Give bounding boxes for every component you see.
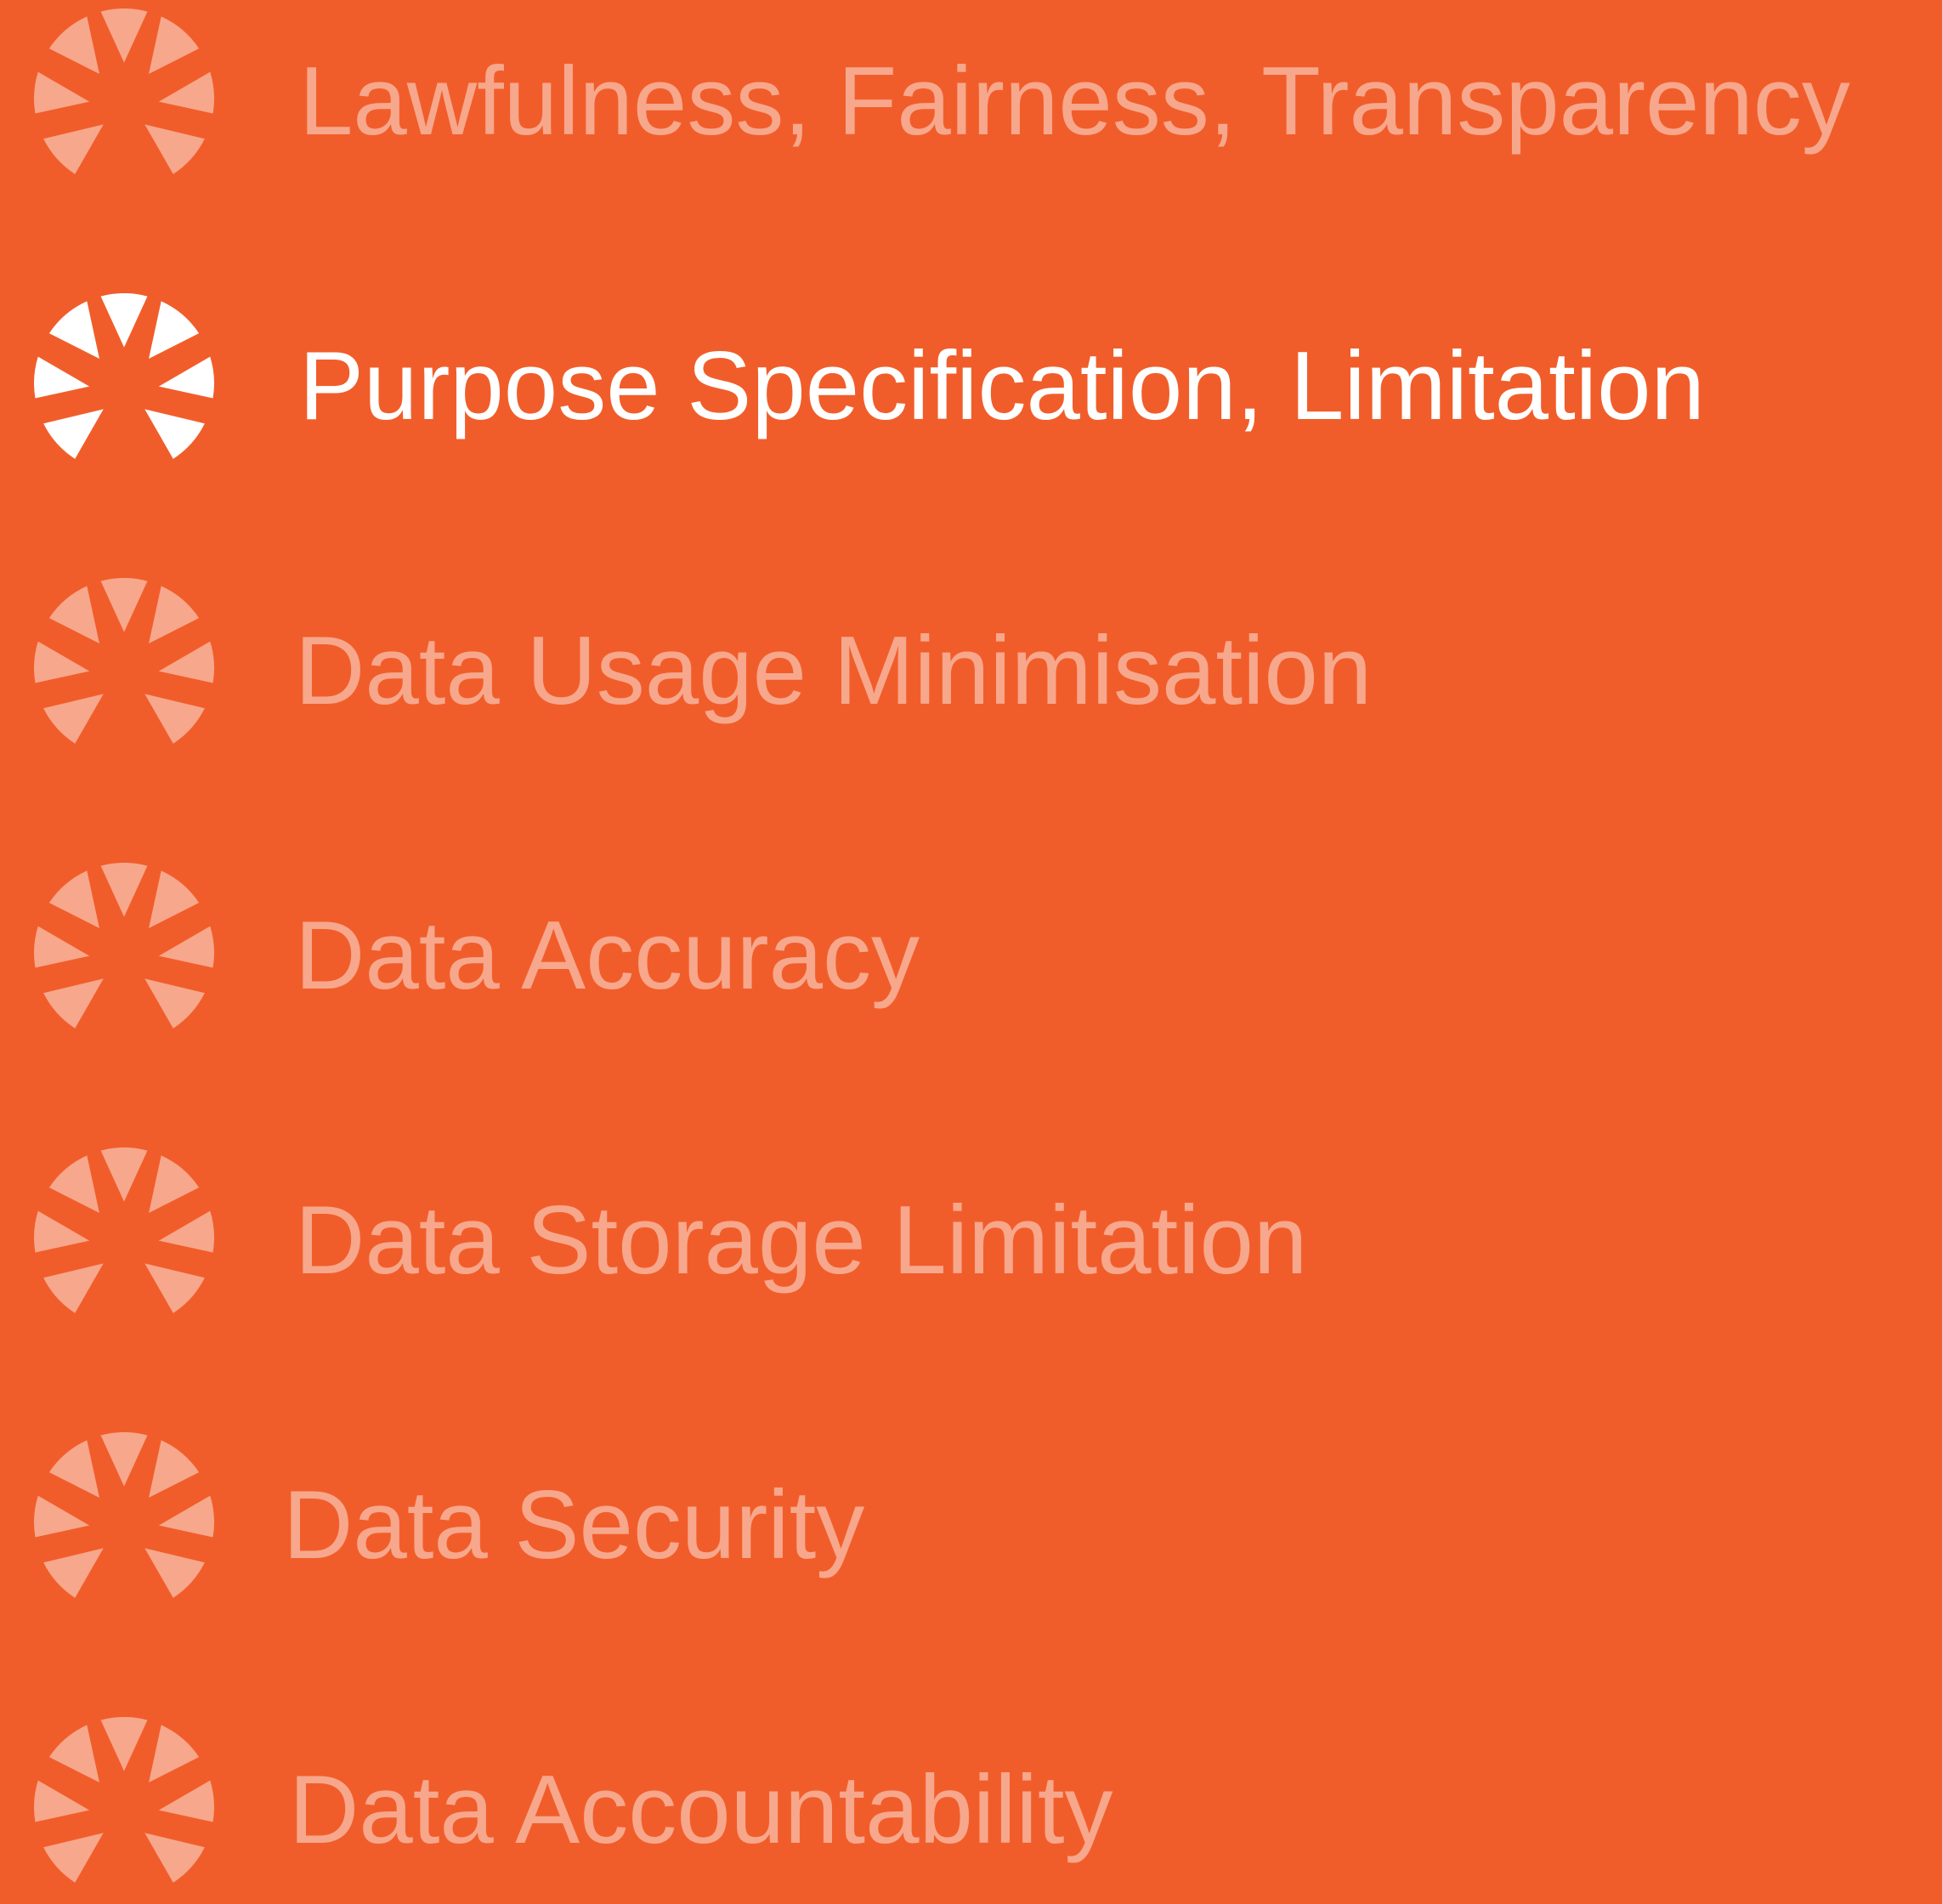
sunburst-icon xyxy=(34,293,214,473)
principle-label: Purpose Specification, Limitation xyxy=(299,332,1705,440)
principle-label: Data Accuracy xyxy=(295,902,920,1010)
principle-item-security[interactable]: Data Security xyxy=(0,1432,1942,1619)
sunburst-icon xyxy=(34,863,214,1043)
principle-label: Data Accountability xyxy=(289,1756,1113,1864)
principle-item-accuracy[interactable]: Data Accuracy xyxy=(0,863,1942,1050)
principle-item-accountability[interactable]: Data Accountability xyxy=(0,1717,1942,1904)
sunburst-icon xyxy=(34,578,214,758)
principle-item-minimisation[interactable]: Data Usage Minimisation xyxy=(0,578,1942,765)
principle-item-storage[interactable]: Data Storage Limitation xyxy=(0,1148,1942,1334)
principle-item-purpose[interactable]: Purpose Specification, Limitation xyxy=(0,293,1942,480)
sunburst-icon xyxy=(34,1432,214,1612)
principle-item-lawfulness[interactable]: Lawfulness, Fairness, Transparency xyxy=(0,8,1942,196)
principle-label: Data Security xyxy=(283,1471,865,1579)
sunburst-icon xyxy=(34,8,214,189)
sunburst-icon xyxy=(34,1717,214,1897)
principle-label: Lawfulness, Fairness, Transparency xyxy=(299,48,1850,156)
principle-label: Data Usage Minimisation xyxy=(295,617,1373,725)
principles-list: Lawfulness, Fairness, Transparency Purpo… xyxy=(0,0,1942,1890)
sunburst-icon xyxy=(34,1148,214,1328)
principle-label: Data Storage Limitation xyxy=(295,1187,1308,1295)
